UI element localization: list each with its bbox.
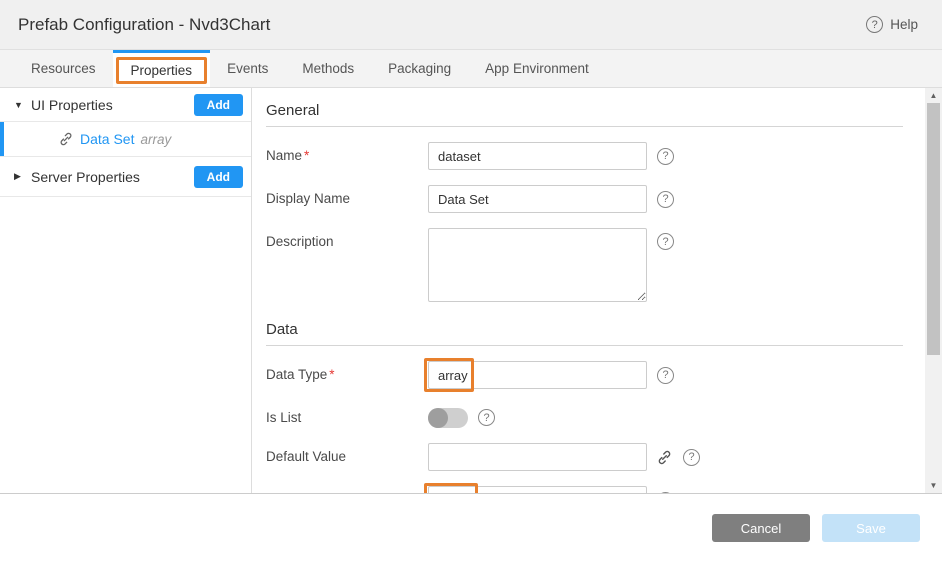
dataset-item-label: Data Set: [80, 131, 134, 147]
bind-link-icon[interactable]: [656, 449, 673, 466]
is-list-toggle[interactable]: [428, 408, 468, 428]
is-list-label: Is List: [266, 404, 428, 425]
tab-events[interactable]: Events: [210, 50, 285, 87]
required-mark: *: [329, 367, 334, 382]
section-heading-general: General: [266, 98, 903, 127]
tab-properties-label: Properties: [131, 63, 193, 78]
tab-packaging[interactable]: Packaging: [371, 50, 468, 87]
ui-properties-label: UI Properties: [31, 97, 194, 113]
description-label: Description: [266, 228, 428, 249]
scrollbar-thumb[interactable]: [927, 103, 940, 355]
selected-indicator: [0, 122, 4, 156]
dialog-body: UI Properties Add Data Set array Server …: [0, 88, 942, 494]
data-type-label: Data Type*: [266, 361, 428, 382]
field-default-value: Default Value: [266, 443, 903, 471]
default-value-help-icon[interactable]: [683, 449, 700, 466]
add-ui-property-button[interactable]: Add: [194, 94, 243, 116]
annotation-highlight-properties: Properties: [116, 57, 208, 84]
sidebar-group-server-properties[interactable]: Server Properties Add: [0, 157, 251, 197]
page-title: Prefab Configuration - Nvd3Chart: [18, 15, 270, 35]
save-button[interactable]: Save: [822, 514, 920, 542]
help-question-icon: [866, 16, 883, 33]
required-mark: *: [304, 148, 309, 163]
scrollbar-down-button[interactable]: [925, 478, 942, 493]
name-input[interactable]: [428, 142, 647, 170]
chevron-right-icon: [14, 171, 31, 182]
tabbar: Resources Properties Events Methods Pack…: [0, 50, 942, 88]
properties-sidebar: UI Properties Add Data Set array Server …: [0, 88, 252, 493]
help-button[interactable]: Help: [866, 16, 918, 33]
is-list-help-icon[interactable]: [478, 409, 495, 426]
field-name: Name*: [266, 142, 903, 170]
chevron-down-icon: [14, 100, 31, 110]
data-type-help-icon[interactable]: [657, 367, 674, 384]
prefab-configuration-dialog: Prefab Configuration - Nvd3Chart Help Re…: [0, 0, 942, 562]
display-name-input[interactable]: [428, 185, 647, 213]
sidebar-group-ui-properties[interactable]: UI Properties Add: [0, 88, 251, 121]
add-server-property-button[interactable]: Add: [194, 166, 243, 188]
tab-properties[interactable]: Properties: [113, 50, 211, 87]
description-help-icon[interactable]: [657, 233, 674, 250]
binding-type-label: Binding Type: [266, 486, 428, 494]
link-icon: [58, 131, 74, 147]
field-description: Description: [266, 228, 903, 302]
help-label: Help: [890, 17, 918, 32]
tab-resources[interactable]: Resources: [14, 50, 113, 87]
property-form: General Name* Display Name Description: [252, 88, 942, 493]
field-display-name: Display Name: [266, 185, 903, 213]
titlebar: Prefab Configuration - Nvd3Chart Help: [0, 0, 942, 50]
binding-type-value: in-bound: [438, 493, 489, 495]
server-properties-label: Server Properties: [31, 169, 194, 185]
description-textarea[interactable]: [428, 228, 647, 302]
field-binding-type: Binding Type in-bound: [266, 486, 903, 494]
field-is-list: Is List: [266, 404, 903, 428]
name-help-icon[interactable]: [657, 148, 674, 165]
tab-methods[interactable]: Methods: [285, 50, 371, 87]
binding-type-help-icon[interactable]: [657, 492, 674, 495]
sidebar-item-dataset[interactable]: Data Set array: [0, 121, 251, 157]
dataset-item-type: array: [140, 132, 171, 147]
field-data-type: Data Type*: [266, 361, 903, 389]
toggle-knob: [428, 408, 448, 428]
display-name-label: Display Name: [266, 185, 428, 206]
dialog-footer: Cancel Save: [0, 494, 942, 562]
data-type-input[interactable]: [428, 361, 647, 389]
name-label: Name*: [266, 142, 428, 163]
scrollbar-up-button[interactable]: [925, 88, 942, 103]
section-heading-data: Data: [266, 317, 903, 346]
display-name-help-icon[interactable]: [657, 191, 674, 208]
cancel-button[interactable]: Cancel: [712, 514, 810, 542]
default-value-label: Default Value: [266, 443, 428, 464]
binding-type-select[interactable]: in-bound: [428, 486, 647, 494]
default-value-input[interactable]: [428, 443, 647, 471]
tab-app-environment[interactable]: App Environment: [468, 50, 606, 87]
vertical-scrollbar[interactable]: [925, 88, 942, 493]
